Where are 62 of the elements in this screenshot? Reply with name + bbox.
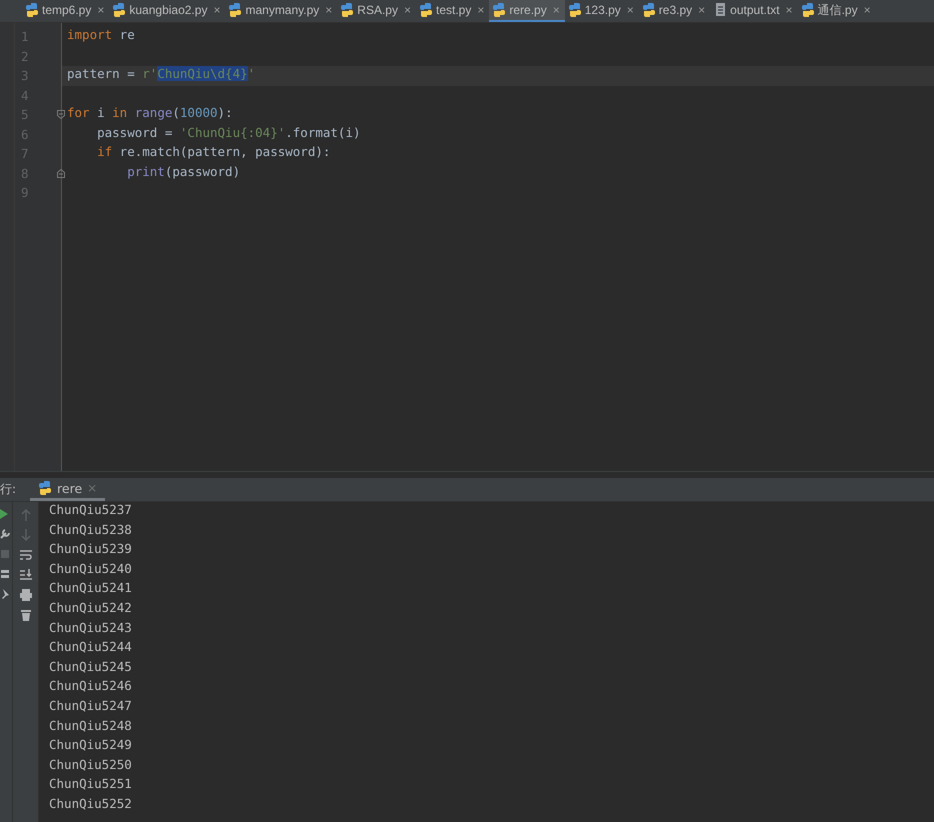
scroll-to-end-icon[interactable] — [18, 568, 32, 582]
code-line: print(password) — [126, 164, 242, 181]
output-line: ChunQiu5243 — [49, 620, 133, 637]
code-line: import re — [66, 27, 136, 44]
file-tab[interactable]: RSA.py × — [337, 0, 416, 22]
file-tab[interactable]: re3.py × — [638, 0, 710, 22]
close-icon[interactable]: × — [626, 3, 634, 17]
output-line: ChunQiu5242 — [49, 600, 133, 617]
close-icon[interactable]: × — [87, 481, 98, 495]
output-line: ChunQiu5244 — [49, 639, 133, 656]
file-tab[interactable]: rere.py × — [489, 0, 565, 22]
output-line: ChunQiu5250 — [49, 756, 133, 774]
output-line: ChunQiu5245 — [49, 658, 133, 676]
file-tab[interactable]: output.txt × — [710, 0, 798, 22]
close-icon[interactable]: × — [477, 3, 484, 17]
layout-icon[interactable] — [0, 568, 10, 580]
code-line: password = 'ChunQiu{:04}'.format(i) — [96, 124, 362, 142]
python-file-icon — [340, 2, 354, 18]
python-file-icon — [419, 2, 433, 18]
wrench-icon[interactable] — [0, 528, 10, 540]
run-icon[interactable] — [0, 508, 10, 520]
output-line: ChunQiu5239 — [49, 541, 133, 558]
close-icon[interactable]: × — [213, 3, 220, 17]
output-line: ChunQiu5251 — [49, 776, 133, 794]
file-tab[interactable]: temp6.py × — [22, 0, 110, 22]
output-line: ChunQiu5246 — [49, 678, 133, 696]
file-tab[interactable]: test.py × — [416, 0, 490, 22]
python-file-icon — [112, 2, 126, 18]
output-line: ChunQiu5237 — [49, 502, 133, 519]
fold-icon[interactable] — [56, 109, 66, 120]
close-icon[interactable]: × — [552, 3, 560, 17]
trash-icon[interactable] — [18, 608, 32, 622]
output-line: ChunQiu5238 — [49, 522, 133, 539]
output-line: ChunQiu5249 — [49, 737, 133, 754]
run-label: 行: — [0, 481, 16, 498]
close-icon[interactable]: × — [698, 3, 706, 17]
close-icon[interactable]: × — [404, 3, 411, 17]
python-file-icon — [25, 2, 39, 18]
soft-wrap-icon[interactable] — [18, 548, 32, 562]
output-line: ChunQiu5248 — [49, 718, 133, 735]
output-line: ChunQiu5240 — [49, 560, 133, 578]
python-file-icon — [492, 2, 506, 18]
fold-icon[interactable] — [56, 168, 66, 179]
python-icon — [38, 480, 52, 496]
code-line: if re.match(pattern, password): — [96, 144, 332, 161]
close-icon[interactable]: × — [864, 3, 871, 17]
file-tab[interactable]: 通信.py × — [798, 0, 876, 22]
file-tab[interactable]: 123.py × — [564, 0, 639, 22]
python-file-icon — [228, 2, 242, 18]
python-file-icon — [568, 2, 582, 18]
python-file-icon — [642, 2, 656, 18]
output-line: ChunQiu5252 — [49, 796, 133, 813]
printer-icon[interactable] — [18, 588, 32, 602]
file-tab[interactable]: kuangbiao2.py × — [109, 0, 226, 22]
close-icon[interactable]: × — [97, 3, 104, 17]
output-line: ChunQiu5241 — [49, 580, 133, 598]
close-icon[interactable]: × — [325, 3, 332, 17]
file-tab[interactable]: manymany.py × — [225, 0, 338, 22]
python-file-icon — [800, 2, 815, 18]
close-icon[interactable]: × — [786, 3, 793, 17]
output-line: ChunQiu5247 — [49, 698, 133, 715]
code-line: for i in range(10000): — [66, 105, 234, 122]
